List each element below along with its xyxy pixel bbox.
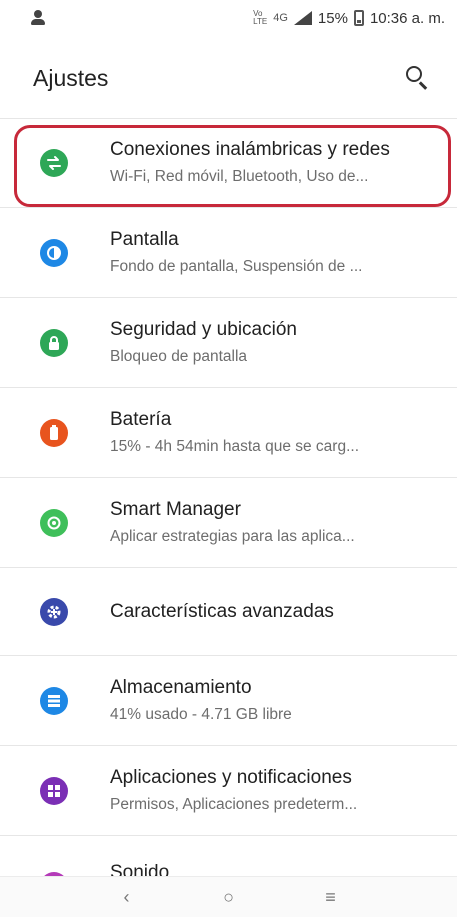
- settings-item-subtitle: 41% usado - 4.71 GB libre: [110, 706, 292, 723]
- settings-item-smart-manager[interactable]: Smart Manager Aplicar estrategias para l…: [0, 478, 457, 568]
- status-right: Vo LTE 4G 15% 10:36 a. m.: [253, 10, 445, 27]
- settings-item-subtitle: Fondo de pantalla, Suspensión de ...: [110, 258, 363, 275]
- apps-grid-icon: [40, 776, 68, 805]
- settings-item-texts: Aplicaciones y notificaciones Permisos, …: [110, 767, 457, 814]
- smart-manager-icon: [40, 508, 68, 537]
- back-button[interactable]: ‹: [115, 887, 139, 908]
- home-button[interactable]: ○: [217, 887, 241, 908]
- clock: 10:36 a. m.: [369, 9, 445, 27]
- battery-icon: [40, 418, 68, 447]
- settings-screen: Vo LTE 4G 15% 10:36 a. m. Ajustes Conexi…: [0, 0, 457, 917]
- settings-item-pantalla[interactable]: Pantalla Fondo de pantalla, Suspensión d…: [0, 208, 457, 298]
- settings-item-title: Batería: [110, 409, 172, 430]
- volte-indicator: Vo LTE: [253, 10, 267, 26]
- settings-item-bateria[interactable]: Batería 15% - 4h 54min hasta que se carg…: [0, 388, 457, 478]
- settings-list: Conexiones inalámbricas y redes Wi-Fi, R…: [0, 118, 457, 836]
- settings-item-caracteristicas-avanzadas[interactable]: Características avanzadas: [0, 568, 457, 656]
- settings-item-subtitle: Permisos, Aplicaciones predeterm...: [110, 796, 358, 813]
- settings-item-title: Conexiones inalámbricas y redes: [110, 139, 390, 160]
- search-button[interactable]: [403, 63, 433, 93]
- battery-status-icon: [353, 10, 364, 26]
- settings-item-texts: Almacenamiento 41% usado - 4.71 GB libre: [110, 677, 457, 724]
- app-bar: Ajustes: [0, 50, 457, 106]
- gear-plus-icon: [40, 597, 68, 626]
- signal-icon: [293, 11, 312, 25]
- settings-item-almacenamiento[interactable]: Almacenamiento 41% usado - 4.71 GB libre: [0, 656, 457, 746]
- page-title: Ajustes: [33, 64, 109, 91]
- storage-icon: [40, 686, 68, 715]
- battery-percent: 15%: [317, 9, 348, 27]
- settings-item-title: Almacenamiento: [110, 677, 252, 698]
- settings-item-title: Pantalla: [110, 229, 179, 250]
- settings-item-subtitle: 15% - 4h 54min hasta que se carg...: [110, 438, 360, 455]
- settings-item-subtitle: Aplicar estrategias para las aplica...: [110, 528, 355, 545]
- settings-item-texts: Pantalla Fondo de pantalla, Suspensión d…: [110, 229, 457, 276]
- settings-item-title: Sonido: [110, 862, 170, 876]
- status-left: [30, 10, 253, 26]
- settings-item-texts: Conexiones inalámbricas y redes Wi-Fi, R…: [110, 139, 457, 186]
- recents-button[interactable]: ≡: [319, 887, 343, 908]
- volte-bottom-label: LTE: [253, 17, 268, 26]
- settings-item-texts: Seguridad y ubicación Bloqueo de pantall…: [110, 319, 457, 366]
- settings-item-subtitle: Wi-Fi, Red móvil, Bluetooth, Uso de...: [110, 168, 369, 185]
- settings-item-subtitle: Bloqueo de pantalla: [110, 348, 248, 365]
- navigation-bar: ‹ ○ ≡: [0, 876, 457, 917]
- settings-item-texts: Batería 15% - 4h 54min hasta que se carg…: [110, 409, 457, 456]
- settings-item-texts: Smart Manager Aplicar estrategias para l…: [110, 499, 457, 546]
- settings-item-seguridad[interactable]: Seguridad y ubicación Bloqueo de pantall…: [0, 298, 457, 388]
- brightness-icon: [40, 238, 68, 267]
- network-type-indicator: 4G: [273, 12, 288, 24]
- settings-item-title: Seguridad y ubicación: [110, 319, 297, 340]
- settings-item-title: Aplicaciones y notificaciones: [110, 767, 352, 788]
- search-icon: [406, 66, 422, 82]
- settings-item-aplicaciones[interactable]: Aplicaciones y notificaciones Permisos, …: [0, 746, 457, 836]
- settings-item-texts: Características avanzadas: [110, 601, 457, 623]
- swap-arrows-icon: [40, 148, 68, 177]
- settings-item-conexiones[interactable]: Conexiones inalámbricas y redes Wi-Fi, R…: [0, 118, 457, 208]
- settings-item-sonido[interactable]: Sonido: [0, 836, 457, 876]
- settings-item-title: Smart Manager: [110, 499, 241, 520]
- status-bar: Vo LTE 4G 15% 10:36 a. m.: [0, 0, 457, 36]
- lock-icon: [40, 328, 68, 357]
- settings-item-title: Características avanzadas: [110, 600, 334, 622]
- person-icon: [30, 10, 46, 26]
